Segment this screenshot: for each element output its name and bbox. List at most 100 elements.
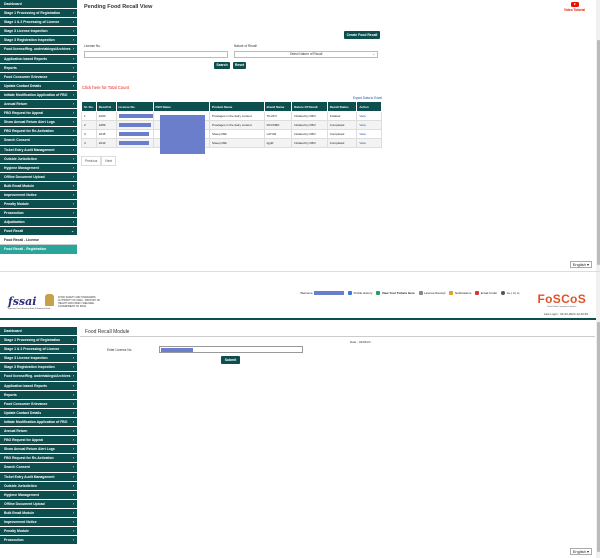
sidebar-item-adjudication[interactable]: Adjudication ›	[0, 218, 77, 228]
sidebar-item-penalty-module[interactable]: Penalty Module ›	[0, 200, 77, 210]
email-link[interactable]: Email Under	[475, 291, 497, 295]
font-size-controls[interactable]: A+ | A | A-	[501, 291, 520, 295]
sidebar-item-improvement-notice[interactable]: Improvement Notice ›	[0, 191, 77, 201]
sidebar-item-stage-1-processing-of-registration[interactable]: Stage 1 Processing of Registration ›	[0, 336, 77, 346]
sidebar-item-ticket-entry-audit-management[interactable]: Ticket Entry Audit Management ›	[0, 473, 77, 482]
cell-product: Sheep Milk	[208, 138, 265, 148]
sidebar-item-stage-3-registration-inspection[interactable]: Stage 3 Registration Inspection ›	[0, 363, 77, 373]
sidebar-item-prosecution[interactable]: Prosecution ›	[0, 209, 77, 219]
sidebar-item-search-consent[interactable]: Search Consent ›	[0, 136, 77, 146]
sidebar-item-outside-jurisdiction[interactable]: Outside Jurisdiction ›	[0, 482, 77, 491]
total-count-link[interactable]: Click here for Total Count	[82, 85, 129, 90]
sidebar-item-food-consumer-grievance[interactable]: Food Consumer Grievance ›	[0, 73, 77, 82]
scrollbar-thumb[interactable]	[596, 40, 600, 265]
view-link[interactable]: View	[356, 138, 382, 148]
sidebar-item-show-annual-return-alert-logs[interactable]: Show Annual Return Alert Logs ›	[0, 118, 77, 128]
sidebar-item-update-contact-details[interactable]: Update Contact Details ›	[0, 409, 77, 418]
sidebar-item-food-recall[interactable]: Food Recall ⌄	[0, 227, 77, 237]
sidebar-item-fbo-request-for-appeal[interactable]: FBO Request for Appeal ›	[0, 436, 77, 446]
next-page-button[interactable]: Next	[101, 156, 116, 166]
column-header-recall-id: Recall Id	[95, 101, 117, 112]
cell-id: 2290	[95, 111, 117, 121]
license-no-input[interactable]	[84, 51, 228, 58]
language-select[interactable]: English ▾	[569, 261, 592, 268]
reset-button[interactable]: Reset	[233, 62, 246, 69]
video-tutorial-link[interactable]: Video Tutorial	[564, 2, 585, 12]
sidebar-item-application-based-reports[interactable]: Application based Reports ›	[0, 382, 77, 391]
column-header-sr-no: Sr. No.	[81, 101, 97, 112]
cell-product: Prostagus in the dairy content	[208, 120, 265, 130]
sidebar-item-stage-1-processing-of-registration[interactable]: Stage 1 Processing of Registration ›	[0, 9, 77, 19]
sidebar-item-fbo-request-for-appeal[interactable]: FBO Request for Appeal ›	[0, 109, 77, 119]
sidebar-item-fbo-request-for-re-activation[interactable]: FBO Request for Re-Activation ›	[0, 454, 77, 464]
sidebar-item-dashboard[interactable]: Dashboard	[0, 327, 77, 337]
sidebar-item-outside-jurisdiction[interactable]: Outside Jurisdiction ›	[0, 155, 77, 164]
search-button[interactable]: Search	[214, 62, 230, 69]
chevron-down-icon: ⌄	[372, 52, 375, 56]
view-link[interactable]: View	[356, 111, 382, 121]
accessibility-icon	[501, 291, 506, 295]
sidebar-item-stage-1-2-processing-of-licence[interactable]: Stage 1 & 2 Processing of Licence ›	[0, 345, 77, 355]
chevron-right-icon: ›	[72, 492, 74, 497]
sidebar-item-food-consumer-grievance[interactable]: Food Consumer Grievance ›	[0, 400, 77, 409]
chevron-icon: ›	[72, 183, 74, 188]
nature-of-recall-select[interactable]: Select Nature of Recall ⌄	[234, 51, 378, 58]
create-food-recall-button[interactable]: Create Food Recall	[344, 31, 380, 39]
sidebar-item-dashboard[interactable]: Dashboard	[0, 0, 77, 10]
redacted-license-no	[118, 123, 151, 128]
sidebar-item-update-contact-details[interactable]: Update Contact Details ›	[0, 82, 77, 91]
notifications-link[interactable]: Notifications	[449, 291, 471, 295]
sidebar-item-hygiene-management[interactable]: Hygiene Management ›	[0, 164, 77, 173]
top-navigation: Welcome Profile History View Your Ticket…	[300, 291, 520, 295]
sidebar-item-fbo-request-for-re-activation[interactable]: FBO Request for Re-Activation ›	[0, 127, 77, 137]
sidebar-subitem-food-recall-license[interactable]: Food Recall - License	[0, 236, 77, 246]
scrollbar-thumb[interactable]	[596, 322, 600, 552]
profile-history-link[interactable]: Profile History	[348, 291, 372, 295]
sidebar-subitem-food-recall-registration[interactable]: Food Recall - Registration	[0, 245, 77, 255]
chevron-icon: ›	[72, 38, 74, 43]
sidebar-item-prosecution[interactable]: Prosecution ›	[0, 536, 77, 546]
sidebar-item-application-based-reports[interactable]: Application based Reports ›	[0, 55, 77, 64]
bell-icon	[449, 291, 454, 295]
sidebar-item-search-consent[interactable]: Search Consent ›	[0, 463, 77, 473]
redacted-license-no	[118, 141, 149, 146]
sidebar-item-bulk-email-module[interactable]: Bulk Email Module ›	[0, 509, 77, 518]
sidebar-item-stage-3-license-inspection[interactable]: Stage 3 License Inspection ›	[0, 354, 77, 364]
view-link[interactable]: View	[356, 120, 382, 130]
sidebar-item-penalty-module[interactable]: Penalty Module ›	[0, 527, 77, 537]
sidebar-item-annual-return[interactable]: Annual Return ›	[0, 100, 77, 110]
chevron-icon: ›	[72, 47, 74, 52]
chevron-right-icon: ›	[72, 519, 74, 524]
view-tickets-link[interactable]: View Your Tickets Here	[376, 291, 415, 295]
sidebar-item-initiate-modification-application-of-fbo[interactable]: Initiate Modification Application of FBO…	[0, 418, 77, 428]
sidebar-item-ticket-entry-audit-management[interactable]: Ticket Entry Audit Management ›	[0, 146, 77, 155]
view-link[interactable]: View	[356, 129, 382, 139]
sidebar-item-reports[interactable]: Reports ›	[0, 64, 77, 73]
chevron-right-icon: ›	[72, 392, 74, 397]
sidebar-item-reports[interactable]: Reports ›	[0, 391, 77, 400]
export-excel-link[interactable]: Export Data to Excel	[353, 96, 382, 100]
license-no-input[interactable]	[159, 346, 303, 353]
welcome-user[interactable]: Welcome	[300, 291, 345, 295]
chevron-right-icon: ›	[72, 356, 74, 361]
sidebar-item-stage-3-registration-inspection[interactable]: Stage 3 Registration Inspection ›	[0, 36, 77, 46]
sidebar-item-food-license-reg-undertakings-archives[interactable]: Food license/Reg. undertakings/Archives ›	[0, 372, 77, 382]
license-receipt-link[interactable]: License Receipt	[418, 291, 445, 295]
sidebar-item-bulk-email-module[interactable]: Bulk Email Module ›	[0, 182, 77, 191]
language-select[interactable]: English ▾	[569, 548, 592, 555]
previous-page-button[interactable]: Previous	[81, 156, 102, 166]
sidebar-item-offline-document-upload[interactable]: Offline Document Upload ›	[0, 173, 77, 182]
sidebar-item-show-annual-return-alert-logs[interactable]: Show Annual Return Alert Logs ›	[0, 445, 77, 455]
cell-brand: RCC5MD	[263, 120, 293, 130]
submit-button[interactable]: Submit	[221, 356, 240, 364]
sidebar-item-hygiene-management[interactable]: Hygiene Management ›	[0, 491, 77, 500]
sidebar-item-offline-document-upload[interactable]: Offline Document Upload ›	[0, 500, 77, 509]
sidebar-item-annual-return[interactable]: Annual Return ›	[0, 427, 77, 437]
sidebar-item-stage-1-2-processing-of-licence[interactable]: Stage 1 & 2 Processing of Licence ›	[0, 18, 77, 28]
profile-icon	[348, 291, 353, 295]
sidebar-item-stage-3-license-inspection[interactable]: Stage 3 License Inspection ›	[0, 27, 77, 37]
page-title: Pending Food Recall View	[84, 4, 153, 10]
sidebar-item-initiate-modification-application-of-fbo[interactable]: Initiate Modification Application of FBO…	[0, 91, 77, 101]
sidebar-item-improvement-notice[interactable]: Improvement Notice ›	[0, 518, 77, 528]
sidebar-item-food-license-reg-undertakings-archives[interactable]: Food license/Reg. undertakings/Archives ›	[0, 45, 77, 55]
